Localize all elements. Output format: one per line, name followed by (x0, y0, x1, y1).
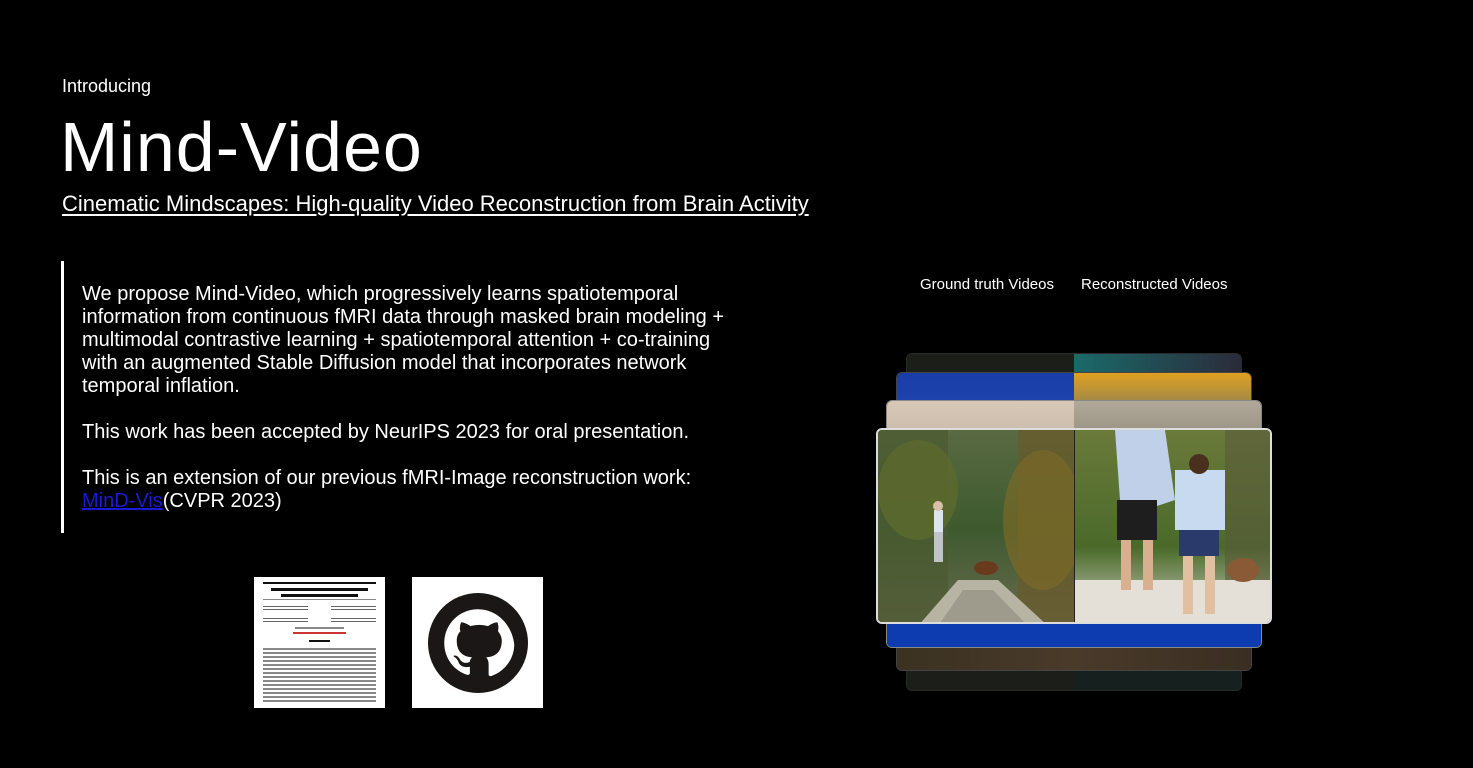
mindvis-link[interactable]: MinD-Vis (82, 490, 163, 512)
reconstructed-video[interactable] (1073, 430, 1270, 622)
extension-text: This is an extension of our previous fMR… (82, 467, 692, 489)
abstract-blockquote: We propose Mind-Video, which progressive… (61, 261, 741, 533)
extension-paragraph: This is an extension of our previous fMR… (82, 467, 741, 513)
reconstructed-label: Reconstructed Videos (1081, 276, 1228, 293)
paper-title-link[interactable]: Cinematic Mindscapes: High-quality Video… (62, 191, 809, 217)
video-card-main[interactable] (876, 428, 1272, 624)
github-icon (427, 592, 528, 693)
paper-thumbnail[interactable] (254, 577, 385, 708)
cvpr-text: (CVPR 2023) (162, 490, 282, 512)
github-link[interactable] (412, 577, 543, 708)
page-title: Mind-Video (60, 108, 423, 186)
ground-truth-label: Ground truth Videos (920, 276, 1054, 293)
acceptance-paragraph: This work has been accepted by NeurIPS 2… (82, 421, 690, 443)
ground-truth-video[interactable] (878, 430, 1074, 622)
intro-label: Introducing (62, 76, 152, 96)
abstract-paragraph: We propose Mind-Video, which progressive… (82, 283, 725, 397)
